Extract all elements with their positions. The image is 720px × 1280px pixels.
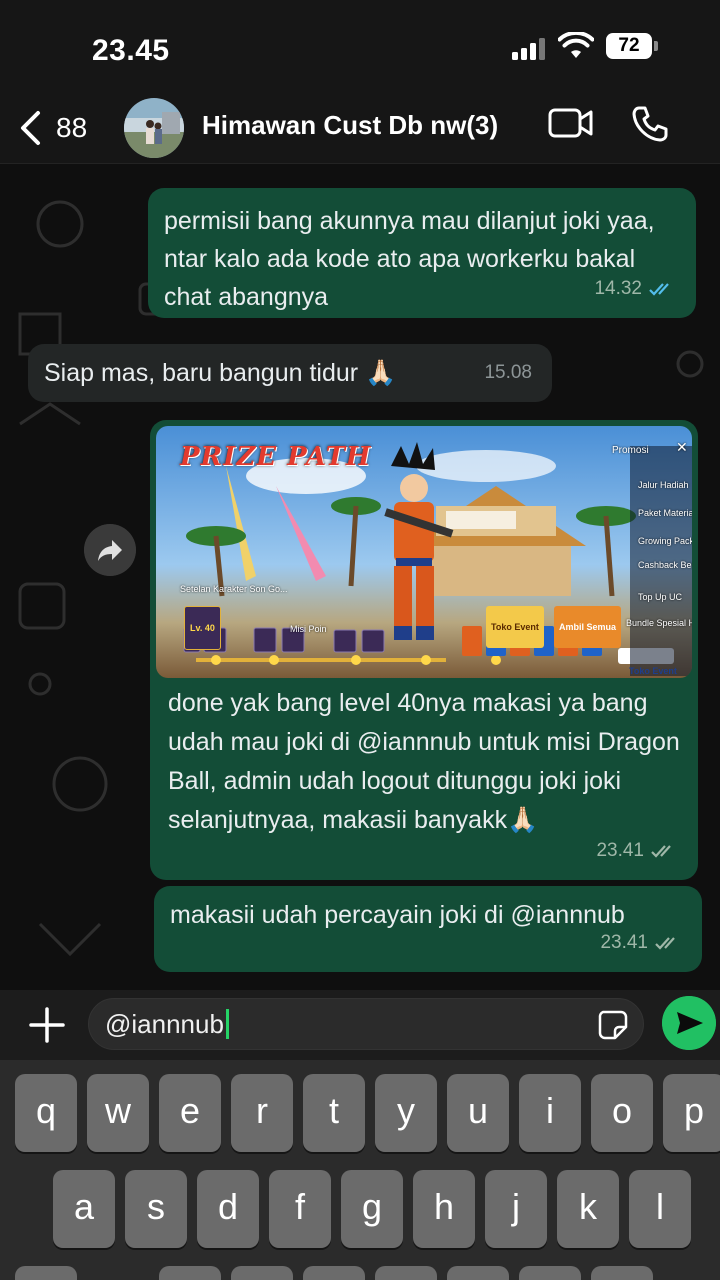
battery-level: 72 [606, 33, 652, 59]
message-meta: 23.41 [600, 924, 682, 962]
message-time: 15.08 [484, 362, 532, 383]
attach-plus-icon[interactable] [28, 1006, 66, 1044]
key-e[interactable]: e [159, 1074, 221, 1152]
message-meta: 14.32 [594, 270, 676, 308]
chat-title[interactable]: Himawan Cust Db nw(3) [202, 110, 498, 141]
unread-count[interactable]: 88 [56, 112, 87, 144]
message-text: Siap mas, baru bangun tidur 🙏🏻 [44, 359, 397, 387]
read-receipt-icon [649, 283, 669, 296]
key-m-partial[interactable] [591, 1266, 653, 1280]
promo-label: Promosi [612, 445, 649, 456]
key-v-partial[interactable] [375, 1266, 437, 1280]
phone-call-icon[interactable] [630, 104, 670, 144]
level-badge: Lv. 40 [184, 606, 221, 650]
message-input[interactable]: @iannnub [88, 998, 644, 1050]
sticker-icon[interactable] [597, 1009, 629, 1041]
key-f[interactable]: f [269, 1170, 331, 1248]
message-meta: 23.41 [596, 832, 678, 870]
key-a[interactable]: a [53, 1170, 115, 1248]
key-x-partial[interactable] [231, 1266, 293, 1280]
send-icon[interactable] [662, 996, 716, 1050]
key-b-partial[interactable] [447, 1266, 509, 1280]
key-i[interactable]: i [519, 1074, 581, 1152]
message-text: permisii bang akunnya mau dilanjut joki … [164, 207, 655, 311]
key-n-partial[interactable] [519, 1266, 581, 1280]
message-text: done yak bang level 40nya makasi ya bang… [168, 689, 680, 834]
cellular-signal-icon [512, 38, 546, 60]
key-u[interactable]: u [447, 1074, 509, 1152]
back-chevron-icon[interactable] [18, 110, 44, 146]
battery-icon: 72 [606, 33, 658, 59]
key-c-partial[interactable] [303, 1266, 365, 1280]
key-o[interactable]: o [591, 1074, 653, 1152]
key-d[interactable]: d [197, 1170, 259, 1248]
key-q[interactable]: q [15, 1074, 77, 1152]
key-z-partial[interactable] [159, 1266, 221, 1280]
key-shift-partial[interactable] [15, 1266, 77, 1280]
game-screenshot[interactable]: PRIZE PATH Promosi ✕ Jalur Hadiah Paket … [156, 426, 692, 678]
prize-path-logo: PRIZE PATH [180, 442, 372, 472]
message-time: 14.32 [594, 278, 642, 299]
keyboard: q w e r t y u i o p a s d f g h j k l [0, 1060, 720, 1280]
status-bar: 23.45 72 [0, 0, 720, 96]
key-p[interactable]: p [663, 1074, 720, 1152]
key-h[interactable]: h [413, 1170, 475, 1248]
key-y[interactable]: y [375, 1074, 437, 1152]
message-bubble-image[interactable]: PRIZE PATH Promosi ✕ Jalur Hadiah Paket … [150, 420, 698, 880]
key-t[interactable]: t [303, 1074, 365, 1152]
forward-icon[interactable] [84, 524, 136, 576]
message-input-value[interactable]: @iannnub [105, 1009, 229, 1040]
message-bubble-incoming[interactable]: Siap mas, baru bangun tidur 🙏🏻 15.08 [28, 344, 552, 402]
message-bubble-outgoing[interactable]: permisii bang akunnya mau dilanjut joki … [148, 188, 696, 318]
key-w[interactable]: w [87, 1074, 149, 1152]
key-s[interactable]: s [125, 1170, 187, 1248]
close-icon: ✕ [676, 439, 688, 455]
message-bubble-outgoing[interactable]: makasii udah percayain joki di @iannnub … [154, 886, 702, 972]
video-call-icon[interactable] [548, 108, 594, 138]
message-meta: 15.08 [484, 354, 532, 392]
chat-header: 88 Himawan Cust Db nw(3) [0, 96, 720, 164]
key-j[interactable]: j [485, 1170, 547, 1248]
delivered-receipt-icon [651, 845, 671, 858]
contact-avatar[interactable] [124, 98, 184, 158]
message-composer: @iannnub [0, 990, 720, 1060]
key-r[interactable]: r [231, 1074, 293, 1152]
key-k[interactable]: k [557, 1170, 619, 1248]
delivered-receipt-icon [655, 937, 675, 950]
wifi-icon [558, 32, 594, 58]
key-g[interactable]: g [341, 1170, 403, 1248]
message-time: 23.41 [596, 840, 644, 861]
key-l[interactable]: l [629, 1170, 691, 1248]
message-time: 23.41 [600, 932, 648, 953]
text-caret [225, 1009, 229, 1039]
status-time: 23.45 [92, 34, 170, 67]
chat-area[interactable]: permisii bang akunnya mau dilanjut joki … [0, 164, 720, 990]
